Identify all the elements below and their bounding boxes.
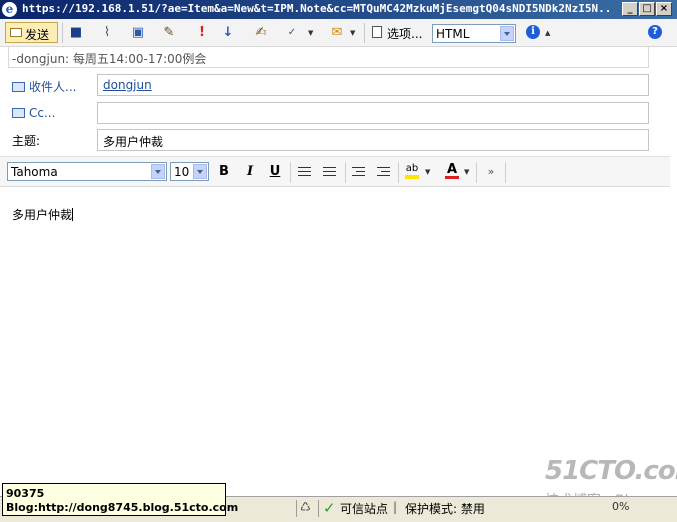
tooltip-line-2: Blog:http://dong8745.blog.51cto.com: [6, 501, 239, 514]
chevron-down-icon[interactable]: ▼: [350, 29, 355, 37]
close-button[interactable]: ×: [656, 2, 672, 16]
status-divider: [318, 500, 319, 517]
status-separator: |: [393, 500, 398, 514]
attach-icon[interactable]: ⌇: [98, 24, 116, 41]
text-caret: [72, 208, 74, 221]
trusted-sites-text: 可信站点: [340, 502, 389, 516]
more-options-icon[interactable]: »: [482, 163, 500, 181]
envelope-icon: [10, 28, 22, 37]
chevron-down-icon[interactable]: ▼: [425, 168, 430, 176]
toolbar-divider: [505, 162, 506, 183]
importance-low-icon[interactable]: ↓: [219, 24, 237, 41]
cc-label-button[interactable]: Cc...: [12, 106, 55, 120]
chevron-up-icon[interactable]: ▲: [545, 29, 550, 37]
numbered-list-icon[interactable]: [323, 166, 336, 177]
cc-field[interactable]: [97, 102, 649, 124]
status-divider: [296, 500, 297, 517]
signature-icon[interactable]: ✍: [252, 24, 270, 41]
save-icon[interactable]: ■: [67, 24, 85, 41]
address-book-icon: [12, 108, 25, 118]
toolbar-divider: [476, 162, 477, 183]
info-icon[interactable]: i: [526, 25, 540, 39]
message-body[interactable]: 多用户仲裁: [12, 206, 74, 223]
formatting-toolbar: Tahoma 10 B I U ab ▼ A ▼ »: [0, 156, 670, 187]
toolbar-divider: [364, 23, 365, 43]
to-label: 收件人...: [29, 80, 77, 94]
font-color-icon[interactable]: A: [443, 163, 461, 181]
subject-label: 主题:: [12, 134, 41, 148]
subject-field[interactable]: 多用户仲裁: [97, 129, 649, 151]
font-size-select[interactable]: 10: [170, 162, 209, 181]
security-icon: ♺: [300, 500, 311, 514]
message-body-text: 多用户仲裁: [12, 208, 73, 222]
italic-button[interactable]: I: [241, 163, 259, 181]
toolbar-divider: [345, 162, 346, 183]
address-book-icon[interactable]: ▣: [129, 24, 147, 41]
bold-button[interactable]: B: [215, 163, 233, 181]
tooltip: 90375 Blog:http://dong8745.blog.51cto.co…: [2, 483, 238, 516]
font-size-value: 10: [174, 165, 190, 179]
info-bar-text: -dongjun: 每周五14:00-17:00例会: [12, 52, 207, 66]
chevron-down-icon[interactable]: ▼: [308, 29, 313, 37]
window-title-bar: e https://192.168.1.51/?ae=Item&a=New&t=…: [0, 0, 677, 19]
check-names-icon[interactable]: ✎: [160, 24, 178, 41]
toolbar-divider: [62, 23, 63, 43]
font-family-value: Tahoma: [11, 165, 58, 179]
to-recipient[interactable]: dongjun: [103, 78, 152, 92]
minimize-button[interactable]: _: [622, 2, 638, 16]
underline-button[interactable]: U: [266, 163, 284, 181]
options-label: 选项...: [387, 27, 423, 41]
bullet-list-icon[interactable]: [298, 166, 311, 177]
subject-value: 多用户仲裁: [103, 135, 164, 149]
send-label: 发送: [25, 28, 50, 42]
chevron-down-icon[interactable]: [151, 164, 165, 179]
document-icon: [372, 26, 382, 38]
cc-label: Cc...: [29, 106, 56, 120]
maximize-button[interactable]: □: [639, 2, 655, 16]
font-family-select[interactable]: Tahoma: [7, 162, 167, 181]
to-label-button[interactable]: 收件人...: [12, 78, 76, 95]
increase-indent-icon[interactable]: [377, 166, 390, 177]
message-flag-icon[interactable]: ✉: [328, 24, 346, 41]
info-bar: -dongjun: 每周五14:00-17:00例会: [8, 46, 649, 68]
send-button[interactable]: 发送: [5, 22, 58, 43]
chevron-down-icon[interactable]: [193, 164, 207, 179]
to-field[interactable]: dongjun: [97, 74, 649, 96]
check-icon: ✓: [323, 499, 336, 517]
help-icon[interactable]: ?: [648, 25, 662, 39]
toolbar-divider: [290, 162, 291, 183]
tooltip-line-1: 90375: [6, 487, 45, 500]
chevron-down-icon[interactable]: [500, 26, 514, 41]
protected-mode-text: 保护模式: 禁用: [405, 502, 485, 516]
message-format-value: HTML: [436, 27, 470, 41]
zoom-level[interactable]: 0%: [612, 500, 629, 513]
ie-logo-icon: e: [2, 2, 17, 17]
spelling-icon[interactable]: ✓: [283, 24, 301, 41]
decrease-indent-icon[interactable]: [352, 166, 365, 177]
highlight-icon[interactable]: ab: [403, 163, 421, 181]
message-toolbar: 发送 ■ ⌇ ▣ ✎ ! ↓ ✍ ✓ ▼ ✉ ▼ 选项... ▲: [0, 19, 677, 47]
watermark-brand: 51CTO.com: [545, 456, 677, 486]
message-format-select[interactable]: HTML: [432, 24, 516, 43]
address-book-icon: [12, 82, 25, 92]
importance-high-icon[interactable]: !: [193, 24, 211, 41]
chevron-down-icon[interactable]: ▼: [464, 168, 469, 176]
window-title: https://192.168.1.51/?ae=Item&a=New&t=IP…: [22, 2, 612, 15]
toolbar-divider: [398, 162, 399, 183]
